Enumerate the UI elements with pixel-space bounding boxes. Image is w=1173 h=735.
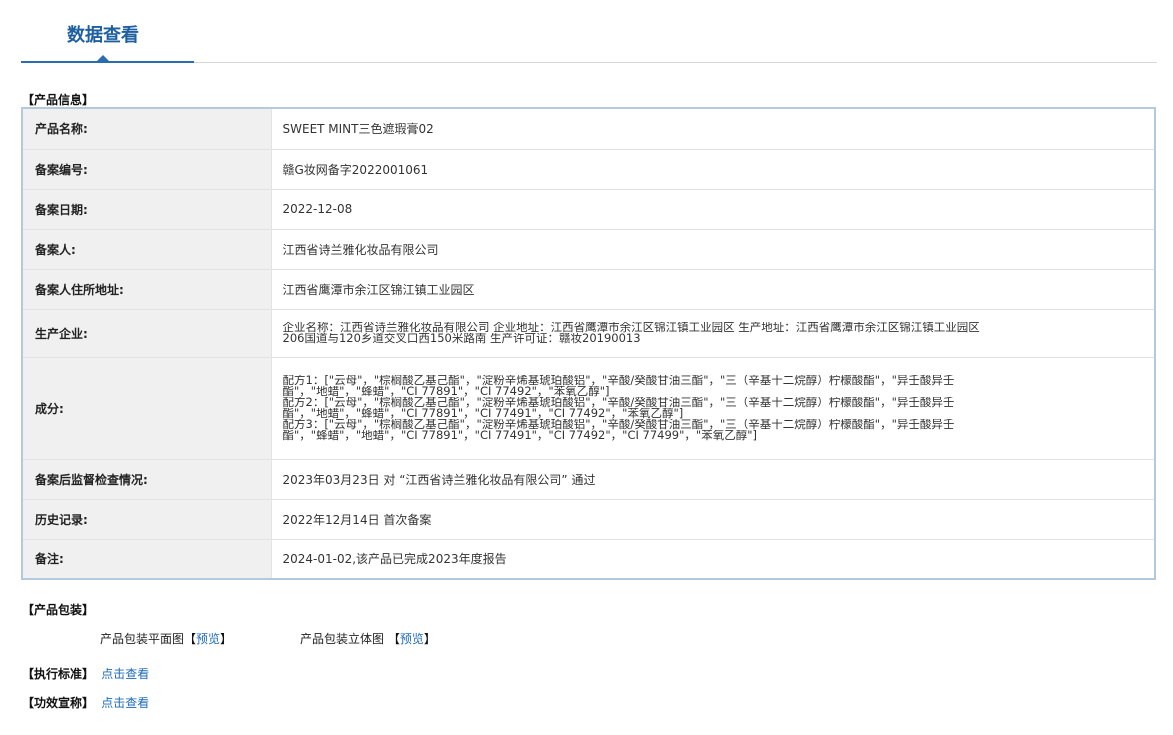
package-3d-item: 产品包装立体图 【预览】 [300,630,436,647]
package-3d-preview-link[interactable]: 预览 [400,632,424,646]
table-row: 备注: 2024-01-02,该产品已完成2023年度报告 [22,539,1155,579]
ingredients-line: 配方3：["云母"，"棕榈酸乙基己酯"，"淀粉辛烯基琥珀酸铝"，"辛酸/癸酸甘油… [282,419,955,430]
table-row: 备案编号: 赣G妆网备字2022001061 [22,149,1155,190]
open-bracket: 【 [184,632,197,646]
ingredients-line: 酯"，"地蜡"，"蜂蜡"，"CI 77891"，"CI 77491"，"CI 7… [282,408,684,419]
standard-section: 【执行标准】 点击查看 [22,665,149,682]
table-row: 产品名称: SWEET MINT三色遮瑕膏02 [22,108,1155,150]
table-row: 备案日期: 2022-12-08 [22,189,1155,230]
row-label: 备注: [22,539,272,579]
row-label: 备案人住所地址: [22,269,272,310]
manufacturer-line: 206国道与120乡道交叉口西150米路南 生产许可证：赣妆20190013 [282,333,641,344]
product-name-value: SWEET MINT三色遮瑕膏02 [271,108,1155,150]
standard-view-link[interactable]: 点击查看 [101,667,149,681]
table-row: 历史记录: 2022年12月14日 首次备案 [22,499,1155,540]
filer-address-value: 江西省鹰潭市余江区锦江镇工业园区 [271,269,1155,310]
row-label: 成分: [22,357,272,460]
package-3d-label: 产品包装立体图 [300,632,385,646]
close-bracket: 】 [423,632,436,646]
table-row: 备案人: 江西省诗兰雅化妆品有限公司 [22,229,1155,270]
product-info-heading: 【产品信息】 [22,93,95,107]
standard-heading: 【执行标准】 [22,667,95,681]
table-row: 成分: 配方1：["云母"，"棕榈酸乙基己酯"，"淀粉辛烯基琥珀酸铝"，"辛酸/… [22,357,1155,460]
tab-caret-icon [97,55,109,61]
manufacturer-line: 企业名称：江西省诗兰雅化妆品有限公司 企业地址：江西省鹰潭市余江区锦江镇工业园区… [282,322,980,333]
remarks-value: 2024-01-02,该产品已完成2023年度报告 [282,552,507,567]
table-row: 生产企业: 企业名称：江西省诗兰雅化妆品有限公司 企业地址：江西省鹰潭市余江区锦… [22,309,1155,358]
ingredients-line: 配方2：["云母"，"棕榈酸乙基己酯"，"淀粉辛烯基琥珀酸铝"，"辛酸/癸酸甘油… [282,397,955,408]
tab-data-view[interactable]: 数据查看 [67,21,139,47]
filing-date-value: 2022-12-08 [271,189,1155,230]
tab-active-underline [21,61,194,63]
open-bracket: 【 [387,632,400,646]
filing-number-value: 赣G妆网备字2022001061 [271,149,1155,190]
product-info-table: 产品名称: SWEET MINT三色遮瑕膏02 备案编号: 赣G妆网备字2022… [21,107,1156,580]
efficacy-view-link[interactable]: 点击查看 [101,696,149,710]
table-row: 备案后监督检查情况: 2023年03月23日 对 “江西省诗兰雅化妆品有限公司”… [22,459,1155,500]
table-row: 备案人住所地址: 江西省鹰潭市余江区锦江镇工业园区 [22,269,1155,310]
history-value: 2022年12月14日 首次备案 [271,499,1155,540]
package-flat-preview-link[interactable]: 预览 [196,632,220,646]
filer-value: 江西省诗兰雅化妆品有限公司 [271,229,1155,270]
row-label: 生产企业: [22,309,272,358]
row-label: 备案编号: [22,149,272,190]
manufacturer-value: 企业名称：江西省诗兰雅化妆品有限公司 企业地址：江西省鹰潭市余江区锦江镇工业园区… [271,309,1155,358]
row-label: 历史记录: [22,499,272,540]
efficacy-section: 【功效宣称】 点击查看 [22,694,149,711]
ingredients-value: 配方1：["云母"，"棕榈酸乙基己酯"，"淀粉辛烯基琥珀酸铝"，"辛酸/癸酸甘油… [271,357,1155,460]
ingredients-line: 酯"，"地蜡"，"蜂蜡"，"CI 77891"，"CI 77492"，"苯氧乙醇… [282,386,610,397]
close-bracket: 】 [220,632,233,646]
package-flat-label: 产品包装平面图 [100,632,185,646]
efficacy-heading: 【功效宣称】 [22,696,95,710]
package-flat-item: 产品包装平面图【预览】 [100,630,232,647]
row-label: 产品名称: [22,108,272,150]
row-label: 备案人: [22,229,272,270]
ingredients-line: 配方1：["云母"，"棕榈酸乙基己酯"，"淀粉辛烯基琥珀酸铝"，"辛酸/癸酸甘油… [282,375,955,386]
tab-bar: 数据查看 [21,0,1157,63]
packaging-heading: 【产品包装】 [22,603,95,617]
row-label: 备案后监督检查情况: [22,459,272,500]
row-label: 备案日期: [22,189,272,230]
inspection-value: 2023年03月23日 对 “江西省诗兰雅化妆品有限公司” 通过 [271,459,1155,500]
ingredients-line: 酯"，"蜂蜡"，"地蜡"，"CI 77891"，"CI 77491"，"CI 7… [282,430,757,441]
